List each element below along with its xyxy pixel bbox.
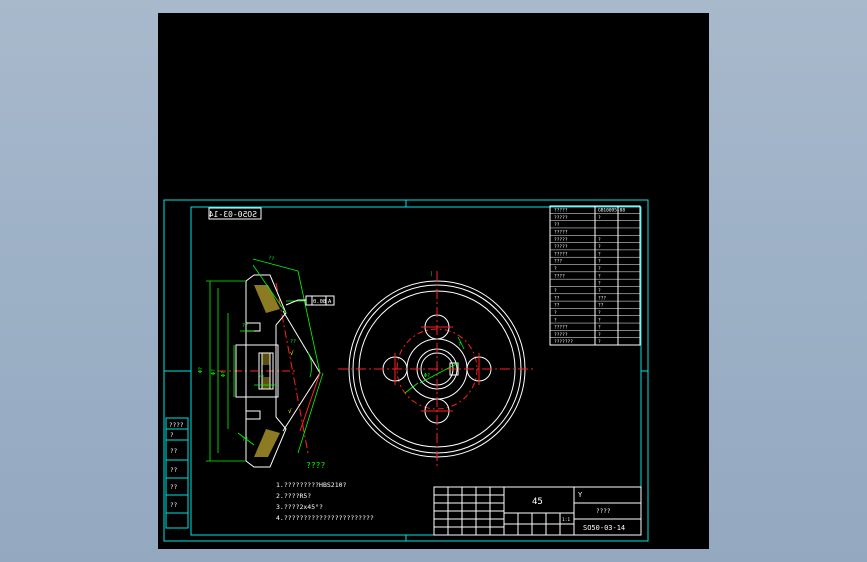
svg-text:A: A [328,299,332,305]
strip-cell: ?? [170,484,178,491]
svg-text:Φ?: Φ? [198,367,204,373]
param-name: ????? [554,332,568,338]
svg-text:??: ?? [267,255,274,262]
section-view: Φ? Φ? Φ? ?? ?? ?? ?? ?? 0.08 A √ √ [198,255,335,468]
svg-text:Φ?: Φ? [221,371,227,377]
svg-text:√: √ [290,350,294,357]
drawing-number-label: SO50-03-14 [583,524,625,532]
param-name: ????? [554,325,568,331]
mirrored-label: SO50-03-14 [209,210,257,219]
param-name: ????? [554,237,568,243]
param-value: ? [598,332,601,338]
param-value: ? [598,288,601,294]
param-value: ? [598,215,601,221]
param-value: ? [598,339,601,345]
param-value: ? [598,259,601,265]
company-label: Y [578,491,583,499]
param-value: ? [598,325,601,331]
svg-text:??: ?? [242,323,248,329]
svg-text:√: √ [288,408,292,415]
param-value: ? [598,310,601,316]
technical-notes: ???? 1.?????????HBS210? 2.????R5? 3.????… [276,461,374,522]
param-name: ???? [554,273,565,279]
front-view: Φ? ? | [338,271,536,467]
param-name: ????? [554,244,568,250]
param-value: ? [598,317,601,323]
note-line: 3.????2x45°? [276,503,323,511]
param-value: ? [598,237,601,243]
strip-cell: ?? [170,448,178,455]
param-value: ? [598,244,601,250]
left-strip: ???? ? ?? ?? ?? ?? [165,417,189,529]
param-value: ? [598,251,601,257]
param-name: ?? [554,295,560,301]
note-line: 1.?????????HBS210? [276,481,347,489]
material-label: 45 [532,497,543,507]
param-value: ??? [598,295,606,301]
param-name: ????? [554,208,568,214]
svg-text:|: | [430,271,433,277]
part-name-label: ???? [596,508,611,515]
svg-text:??: ?? [242,437,248,443]
svg-text:??: ?? [290,339,296,345]
strip-cell: ? [170,432,174,439]
scale-label: 1:1 [562,517,570,523]
strip-cell: ?? [170,502,178,509]
strip-cell: ?? [170,467,178,474]
strip-top-label: ???? [169,422,184,429]
param-value: GB10095-88 [598,208,625,214]
param-table: ????? GB10095-88?????????????????????????… [549,205,641,346]
param-name: ?? [554,222,560,228]
svg-text:Φ?: Φ? [424,373,430,379]
param-name: ? [554,288,557,294]
param-value: ?? [598,303,604,309]
param-name: ?? [554,303,560,309]
param-name: ????? [554,251,568,257]
param-name: ??????? [554,339,573,345]
param-name: ? [554,266,557,272]
mirrored-label-box: SO50-03-14 [208,207,262,220]
param-name: ????? [554,215,568,221]
cad-viewport[interactable]: ???? ? ?? ?? ?? ?? SO50-03-14 Φ? Φ? Φ? ?… [158,13,709,549]
param-name: ????? [554,229,568,235]
notes-title: ???? [306,461,325,470]
svg-text:??: ?? [258,375,264,381]
param-name: ? [554,317,557,323]
param-value: ? [598,281,601,287]
svg-text:?: ? [458,342,461,348]
datum-frame-value: 0.08 [313,299,326,305]
svg-text:Φ?: Φ? [211,369,217,375]
param-value: ? [598,266,601,272]
param-name: ? [554,310,557,316]
note-line: 2.????R5? [276,492,311,500]
param-value: ? [598,273,601,279]
note-line: 4.??????????????????????? [276,514,374,522]
cad-drawing: ???? ? ?? ?? ?? ?? SO50-03-14 Φ? Φ? Φ? ?… [163,199,649,542]
param-name: ??? [554,259,562,265]
